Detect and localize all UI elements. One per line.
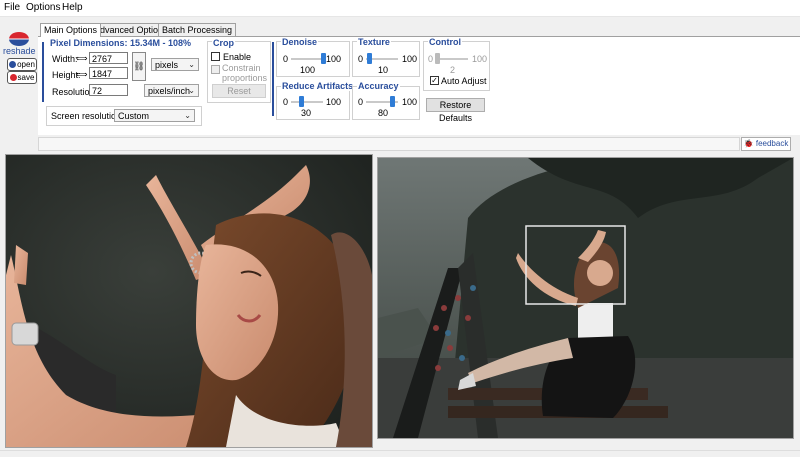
link-icon: ⟺ [76,54,88,63]
texture-title: Texture [357,37,391,47]
control-slider-thumb[interactable] [434,53,440,64]
reduce-artifacts-max: 100 [326,97,342,107]
reduce-artifacts-slider-thumb[interactable] [298,96,304,107]
denoise-value: 100 [300,65,316,75]
texture-value: 10 [378,65,389,75]
accuracy-value: 80 [378,108,389,118]
feedback-button[interactable]: 🐞 feedback [741,137,791,151]
menu-options[interactable]: Options [26,2,60,13]
logo-text: reshade [3,46,36,56]
denoise-max: 100 [326,54,342,64]
accuracy-min: 0 [358,97,364,107]
control-value: 2 [450,65,456,75]
texture-min: 0 [358,54,364,64]
menu-bar: File Options Help [0,0,800,17]
noise-group-bracket [272,42,274,116]
menu-help[interactable]: Help [62,2,83,13]
reshade-logo-icon [9,32,29,46]
crop-enable-label: Enable [223,52,252,62]
chevron-down-icon: ⌄ [184,111,191,120]
unit-select[interactable]: pixels ⌄ [151,58,199,71]
open-button[interactable]: open [7,58,37,71]
screen-resolution-label: Screen resolution [51,111,122,121]
restore-defaults-button[interactable]: Restore Defaults [426,98,485,123]
preview-photo [6,155,372,447]
full-photo [378,158,793,438]
reduce-artifacts-slider-track[interactable] [291,101,323,103]
constrain-proportions-checkbox[interactable] [211,65,220,74]
resolution-input[interactable]: 72 [89,84,128,96]
denoise-title: Denoise [281,37,319,47]
tab-batch-processing[interactable]: Batch Processing [158,23,237,36]
chevron-down-icon: ⌄ [188,60,195,69]
accuracy-title: Accuracy [357,81,400,91]
full-image-view[interactable] [377,157,794,439]
resolution-unit-select[interactable]: pixels/inch ⌄ [144,84,199,97]
control-max: 100 [472,54,488,64]
chevron-down-icon: ⌄ [188,86,195,95]
reduce-artifacts-value: 30 [301,108,312,118]
reduce-artifacts-min: 0 [283,97,289,107]
zoomed-preview-image[interactable] [5,154,373,448]
denoise-slider-track[interactable] [291,58,323,60]
height-input[interactable]: 1847 [89,67,128,79]
screen-resolution-value: Custom [118,111,150,121]
reduce-artifacts-title: Reduce Artifacts [281,81,355,91]
chain-link-icon[interactable]: ⛓ [132,52,146,81]
save-button[interactable]: save [7,71,37,84]
auto-adjust-label: Auto Adjust [441,76,487,86]
tab-main-options[interactable]: Main Options [40,23,102,37]
resolution-unit-value: pixels/inch [148,86,191,96]
crop-reset-button[interactable]: Reset [212,84,266,98]
save-label: save [17,73,35,82]
pixel-dimensions-title: Pixel Dimensions: 15.34M - 108% [50,38,192,48]
screen-resolution-select[interactable]: Custom ⌄ [114,109,195,122]
logo-column: reshade open save [3,32,37,92]
control-min: 0 [428,54,434,64]
save-icon [9,74,17,81]
control-slider-track[interactable] [436,58,468,60]
link-icon: ⟺ [76,70,88,79]
open-icon [9,61,17,68]
control-title: Control [428,37,462,47]
unit-value: pixels [155,60,179,70]
denoise-min: 0 [283,54,289,64]
constrain-proportions-label: Constrain proportions [222,63,268,83]
crop-enable-checkbox[interactable] [211,52,220,61]
accuracy-slider-thumb[interactable] [389,96,395,107]
pixel-dimensions-bracket [42,42,44,102]
bug-icon: 🐞 [743,139,754,148]
menu-file[interactable]: File [4,2,20,13]
open-label: open [17,60,35,69]
feedback-label: feedback [755,139,789,148]
status-bar [38,137,740,151]
width-input[interactable]: 2767 [89,52,128,64]
texture-slider-thumb[interactable] [367,53,373,64]
auto-adjust-checkbox[interactable]: ✓ [430,76,439,85]
width-label: Width: [52,54,78,64]
crop-title: Crop [212,38,235,48]
accuracy-max: 100 [402,97,418,107]
texture-max: 100 [402,54,418,64]
